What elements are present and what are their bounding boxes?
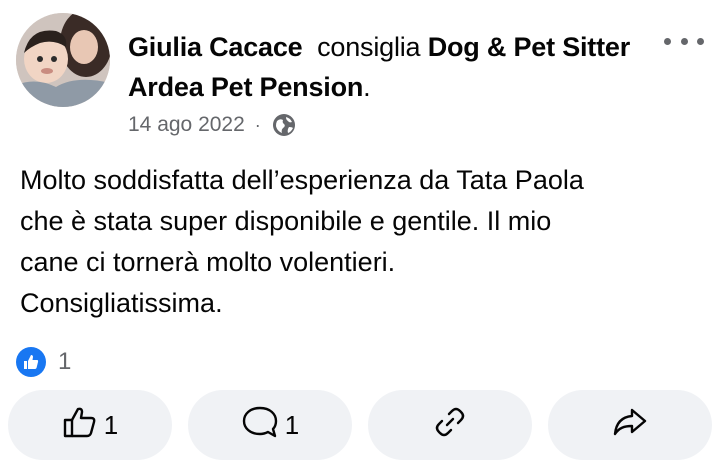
- recommends-verb: consiglia: [317, 32, 421, 62]
- link-icon: [433, 405, 467, 446]
- comment-button[interactable]: 1: [188, 390, 352, 460]
- meta-separator: ·: [254, 114, 261, 135]
- post-body: Molto soddisfatta dell’esperienza da Tat…: [20, 160, 710, 324]
- like-reaction-icon: [16, 347, 46, 377]
- avatar[interactable]: [16, 13, 110, 107]
- copy-link-button[interactable]: [368, 390, 532, 460]
- more-dot-icon: [664, 37, 671, 45]
- more-options-button[interactable]: [664, 30, 704, 52]
- post-meta: 14 ago 2022 ·: [128, 110, 297, 140]
- page-name-suffix: .: [363, 72, 371, 102]
- post-header: Giulia Cacace consiglia Dog & Pet Sitter…: [128, 27, 648, 107]
- body-line: cane ci tornerà molto volentieri.: [20, 247, 396, 277]
- author-name[interactable]: Giulia Cacace: [128, 32, 303, 62]
- globe-icon[interactable]: [271, 112, 297, 138]
- more-dot-icon: [680, 37, 688, 45]
- body-line: Consigliatissima.: [20, 288, 223, 318]
- like-button[interactable]: 1: [8, 390, 172, 460]
- more-dot-icon: [697, 37, 704, 45]
- thumbs-up-icon: [62, 405, 98, 446]
- recommendation-post: Giulia Cacace consiglia Dog & Pet Sitter…: [0, 0, 720, 466]
- share-button[interactable]: [548, 390, 712, 460]
- reactions-summary[interactable]: 1: [16, 346, 71, 378]
- body-line: Molto soddisfatta dell’esperienza da Tat…: [20, 165, 584, 195]
- action-bar: 1 1: [8, 390, 712, 460]
- like-count: 1: [103, 409, 119, 440]
- share-arrow-icon: [612, 406, 648, 445]
- avatar-photo: [16, 13, 110, 107]
- comment-bubble-icon: [241, 405, 279, 446]
- reactions-count: 1: [58, 348, 72, 375]
- body-line: che è stata super disponibile e gentile.…: [20, 206, 552, 236]
- comment-count: 1: [284, 409, 300, 440]
- post-date[interactable]: 14 ago 2022: [128, 113, 245, 137]
